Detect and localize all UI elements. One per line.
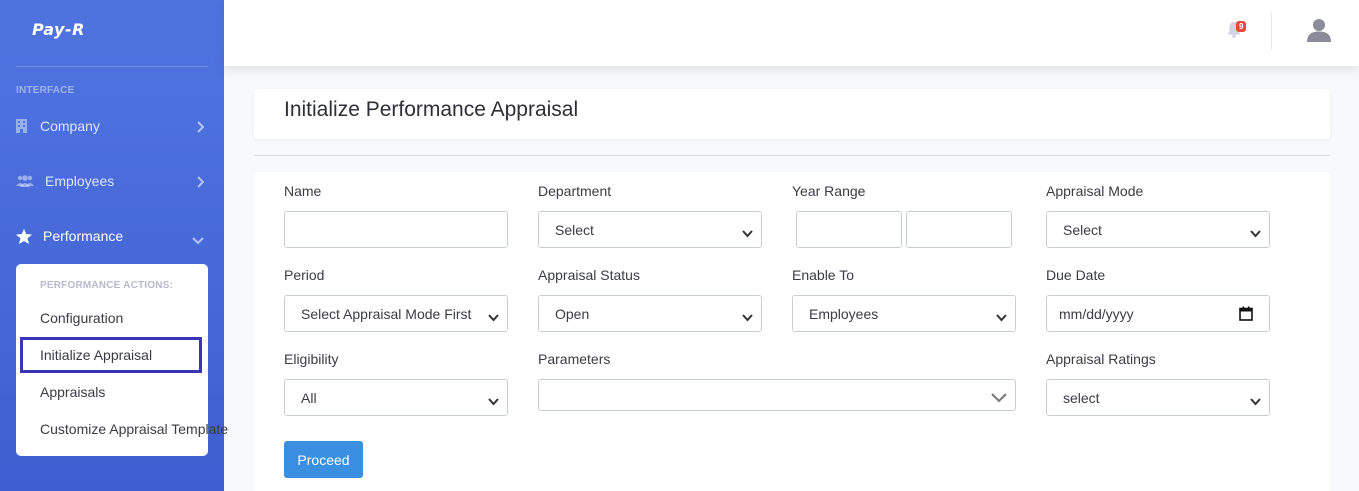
submenu-item-initialize-appraisal[interactable]: Initialize Appraisal <box>20 337 202 373</box>
enable-to-selected-value: Employees <box>809 305 879 322</box>
appraisal-ratings-label: Appraisal Ratings <box>1046 351 1156 367</box>
enable-to-label: Enable To <box>792 267 855 283</box>
submenu-item-configuration[interactable]: Configuration <box>40 310 123 326</box>
eligibility-selected-value: All <box>301 389 317 406</box>
sidebar-item-performance[interactable]: Performance <box>16 223 208 249</box>
performance-submenu: PERFORMANCE ACTIONS: Configuration Initi… <box>16 264 228 456</box>
appraisal-ratings-selected-value: select <box>1063 389 1100 406</box>
user-avatar-icon[interactable] <box>1307 18 1331 47</box>
chevron-down-icon <box>742 225 753 241</box>
users-icon <box>16 175 41 187</box>
name-input[interactable] <box>284 211 508 248</box>
calendar-icon[interactable] <box>1239 306 1253 324</box>
appraisal-mode-select[interactable]: Select <box>1046 211 1270 248</box>
sidebar-item-label: Company <box>40 118 100 134</box>
sidebar-item-company[interactable]: Company <box>16 113 208 139</box>
chevron-down-icon <box>991 390 1007 406</box>
building-icon <box>16 119 36 133</box>
due-date-placeholder: mm/dd/yyyy <box>1059 305 1134 322</box>
appraisal-ratings-select[interactable]: select <box>1046 379 1270 416</box>
submenu-item-appraisals[interactable]: Appraisals <box>40 384 105 400</box>
page-title: Initialize Performance Appraisal <box>284 98 579 121</box>
department-select[interactable]: Select <box>538 211 762 248</box>
year-range-from-input[interactable] <box>796 211 902 248</box>
chevron-down-icon <box>742 309 753 325</box>
year-range-to-input[interactable] <box>906 211 1012 248</box>
appraisal-mode-selected-value: Select <box>1063 221 1102 238</box>
sidebar-item-label: Employees <box>45 173 115 189</box>
chevron-right-icon <box>196 120 205 136</box>
sidebar-heading: INTERFACE <box>16 85 75 96</box>
chevron-down-icon <box>488 393 499 409</box>
year-range-label: Year Range <box>792 183 866 199</box>
chevron-down-icon <box>996 309 1007 325</box>
due-date-label: Due Date <box>1046 267 1106 283</box>
period-select[interactable]: Select Appraisal Mode First <box>284 295 508 332</box>
submenu-header: PERFORMANCE ACTIONS: <box>40 280 174 291</box>
parameters-multiselect[interactable] <box>538 379 1016 411</box>
page-header-card: Initialize Performance Appraisal <box>254 89 1330 139</box>
appraisal-mode-label: Appraisal Mode <box>1046 183 1144 199</box>
period-selected-value: Select Appraisal Mode First <box>301 305 472 322</box>
parameters-label: Parameters <box>538 351 611 367</box>
content-divider <box>254 155 1330 156</box>
department-selected-value: Select <box>555 221 594 238</box>
eligibility-label: Eligibility <box>284 351 339 367</box>
topbar-divider <box>1271 12 1272 50</box>
submenu-item-customize-template[interactable]: Customize Appraisal Template <box>40 421 228 437</box>
brand-logo[interactable]: Pay-R <box>32 20 85 39</box>
chevron-down-icon <box>1250 225 1261 241</box>
chevron-down-icon <box>1250 393 1261 409</box>
period-label: Period <box>284 267 325 283</box>
department-label: Department <box>538 183 612 199</box>
due-date-input[interactable]: mm/dd/yyyy <box>1046 295 1270 332</box>
enable-to-select[interactable]: Employees <box>792 295 1016 332</box>
eligibility-select[interactable]: All <box>284 379 508 416</box>
appraisal-status-select[interactable]: Open <box>538 295 762 332</box>
sidebar-item-employees[interactable]: Employees <box>16 168 208 194</box>
proceed-button[interactable]: Proceed <box>284 441 363 478</box>
star-icon <box>16 228 39 244</box>
sidebar-item-label: Performance <box>43 228 124 244</box>
name-label: Name <box>284 183 322 199</box>
topbar: 9 <box>224 0 1359 66</box>
appraisal-status-selected-value: Open <box>555 305 590 322</box>
chevron-down-icon <box>488 309 499 325</box>
chevron-down-icon <box>192 232 204 248</box>
appraisal-status-label: Appraisal Status <box>538 267 640 283</box>
chevron-right-icon <box>196 175 205 191</box>
notification-badge: 9 <box>1236 21 1247 32</box>
sidebar-divider <box>16 66 208 67</box>
